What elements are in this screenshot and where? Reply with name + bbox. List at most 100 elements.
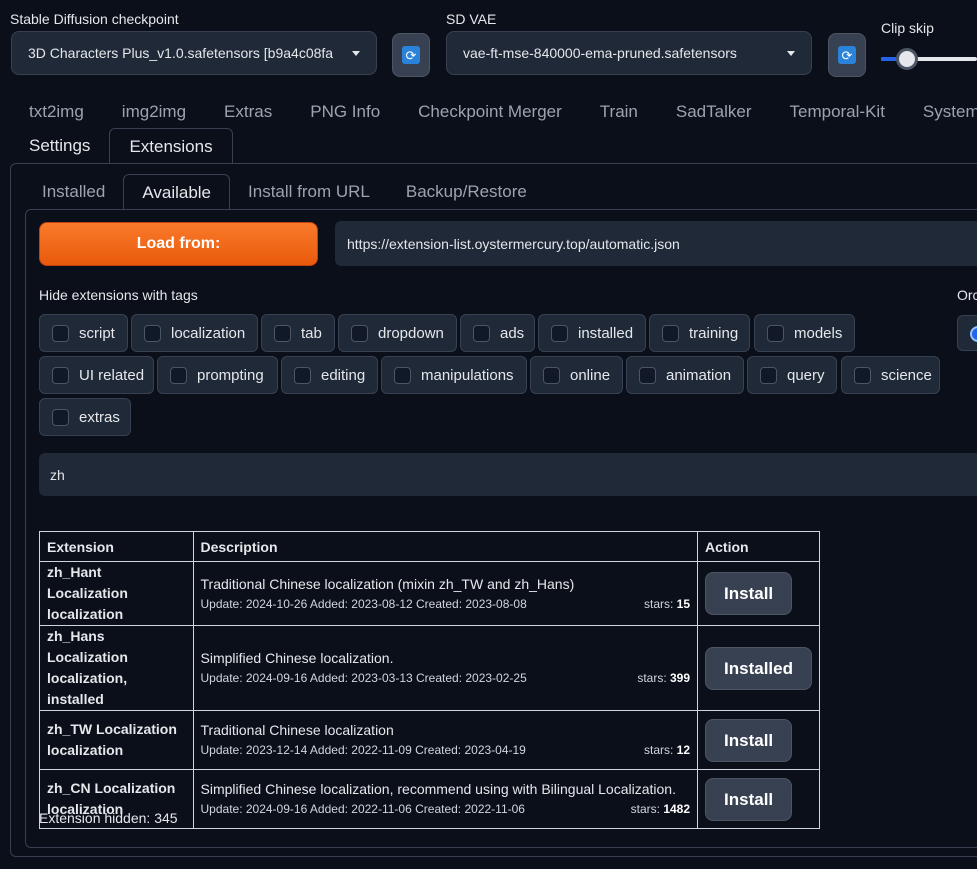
extension-description: Traditional Chinese localization: [200, 722, 394, 738]
description-cell: Traditional Chinese localization (mixin …: [192, 561, 699, 626]
checkbox-icon: [543, 366, 560, 384]
install-button[interactable]: Install: [705, 718, 793, 762]
extension-dates: Update: 2023-12-14 Added: 2022-11-09 Cre…: [200, 743, 526, 757]
checkbox-icon: [662, 324, 679, 342]
installed-button[interactable]: Installed: [705, 646, 812, 690]
extension-index-url-input[interactable]: https://extension-list.oystermercury.top…: [335, 221, 977, 266]
tag-checkbox-tab[interactable]: tab: [261, 314, 335, 352]
extension-stars: stars: 1482: [631, 799, 690, 819]
main-tabs: txt2img img2img Extras PNG Info Checkpoi…: [10, 96, 977, 128]
extension-stars: stars: 12: [644, 740, 690, 760]
description-cell: Traditional Chinese localization Update:…: [192, 710, 699, 770]
extension-cell: zh_Hant Localization localization: [39, 561, 194, 626]
extension-cell: zh_Hans Localization localization, insta…: [39, 625, 194, 711]
hide-tags-label: Hide extensions with tags: [39, 287, 198, 303]
checkbox-icon: [170, 366, 187, 384]
table-row: zh_TW Localization localization Traditio…: [39, 710, 820, 770]
tab-txt2img[interactable]: txt2img: [10, 96, 103, 128]
tab-extensions[interactable]: Extensions: [109, 128, 233, 164]
refresh-icon: ⟳: [402, 46, 420, 64]
tag-label: editing: [321, 366, 366, 384]
refresh-vae-button[interactable]: ⟳: [828, 33, 866, 77]
tag-label: online: [570, 366, 611, 384]
vae-dropdown[interactable]: vae-ft-mse-840000-ema-pruned.safetensors: [446, 31, 812, 75]
vae-value: vae-ft-mse-840000-ema-pruned.safetensors: [463, 45, 737, 61]
table-header-row: Extension Description Action: [39, 531, 820, 562]
tag-checkbox-query[interactable]: query: [747, 356, 837, 394]
stars-count: 15: [676, 596, 691, 611]
tab-backup-restore[interactable]: Backup/Restore: [388, 174, 545, 210]
description-cell: Simplified Chinese localization. Update:…: [192, 625, 699, 711]
tab-sadtalker[interactable]: SadTalker: [657, 96, 771, 128]
tag-label: science: [881, 366, 932, 384]
load-from-button[interactable]: Load from:: [39, 222, 318, 266]
tag-checkbox-models[interactable]: models: [754, 314, 855, 352]
table-row: zh_Hant Localization localization Tradit…: [39, 561, 820, 626]
extension-hidden-count: Extension hidden: 345: [39, 810, 178, 826]
tab-img2img[interactable]: img2img: [103, 96, 205, 128]
tag-checkbox-manipulations[interactable]: manipulations: [381, 356, 527, 394]
tag-checkbox-animation[interactable]: animation: [626, 356, 744, 394]
extension-name[interactable]: zh_CN Localization: [47, 778, 186, 799]
tag-checkbox-dropdown[interactable]: dropdown: [338, 314, 457, 352]
checkbox-icon: [351, 324, 368, 342]
tab-train[interactable]: Train: [581, 96, 657, 128]
tag-label: animation: [666, 366, 732, 384]
vae-label: SD VAE: [446, 11, 497, 27]
tab-checkpoint-merger[interactable]: Checkpoint Merger: [399, 96, 581, 128]
tag-checkbox-ads[interactable]: ads: [460, 314, 535, 352]
header-description: Description: [192, 531, 699, 562]
stars-label: stars:: [643, 596, 674, 611]
checkbox-icon: [52, 408, 69, 426]
clip-skip-thumb[interactable]: [896, 48, 918, 70]
install-button[interactable]: Install: [705, 572, 793, 615]
checkbox-icon: [394, 366, 411, 384]
tag-checkbox-localization[interactable]: localization: [131, 314, 258, 352]
extension-meta: Update: 2024-10-26 Added: 2023-08-12 Cre…: [201, 594, 691, 614]
tag-checkbox-prompting[interactable]: prompting: [157, 356, 278, 394]
tag-checkbox-extras[interactable]: extras: [39, 398, 131, 436]
action-cell: Installed: [697, 625, 820, 711]
tag-checkbox-ui-related[interactable]: UI related: [39, 356, 154, 394]
extensions-table: Extension Description Action zh_Hant Loc…: [39, 531, 820, 829]
stars-label: stars:: [643, 743, 674, 757]
tab-installed[interactable]: Installed: [24, 174, 123, 210]
extension-cell: zh_TW Localization localization: [39, 710, 194, 770]
extension-stars: stars: 399: [637, 668, 690, 688]
extension-meta: Update: 2023-12-14 Added: 2022-11-09 Cre…: [201, 740, 691, 760]
checkbox-icon: [767, 324, 784, 342]
order-radio[interactable]: [957, 315, 977, 351]
checkpoint-label: Stable Diffusion checkpoint: [10, 11, 179, 27]
refresh-icon: ⟳: [838, 46, 856, 64]
chevron-down-icon: [787, 50, 795, 56]
tag-checkbox-online[interactable]: online: [530, 356, 623, 394]
tag-label: script: [79, 324, 115, 342]
tag-label: installed: [578, 324, 634, 342]
tag-checkbox-installed[interactable]: installed: [538, 314, 646, 352]
checkbox-icon: [473, 324, 490, 342]
extension-description: Simplified Chinese localization.: [200, 650, 394, 666]
install-button[interactable]: Install: [705, 777, 793, 821]
stars-label: stars:: [630, 802, 660, 816]
chevron-down-icon: [352, 50, 360, 56]
tab-system-info[interactable]: System Info: [904, 96, 977, 128]
tag-checkbox-script[interactable]: script: [39, 314, 128, 352]
extension-dates: Update: 2024-09-16 Added: 2022-11-06 Cre…: [200, 802, 525, 816]
tab-settings[interactable]: Settings: [10, 128, 109, 164]
tag-checkbox-editing[interactable]: editing: [281, 356, 378, 394]
extension-name[interactable]: zh_Hans Localization: [47, 626, 186, 668]
tab-available[interactable]: Available: [123, 174, 231, 210]
header-action: Action: [697, 531, 820, 562]
refresh-checkpoint-button[interactable]: ⟳: [392, 33, 430, 77]
tag-checkbox-training[interactable]: training: [649, 314, 750, 352]
tag-checkbox-science[interactable]: science: [841, 356, 940, 394]
extension-name[interactable]: zh_Hant Localization: [47, 562, 186, 604]
search-input[interactable]: zh: [39, 453, 977, 496]
checkpoint-dropdown[interactable]: 3D Characters Plus_v1.0.safetensors [b9a…: [11, 31, 377, 75]
tab-extras[interactable]: Extras: [205, 96, 291, 128]
extension-dates: Update: 2024-09-16 Added: 2023-03-13 Cre…: [200, 671, 527, 685]
tab-temporal-kit[interactable]: Temporal-Kit: [771, 96, 904, 128]
tab-install-from-url[interactable]: Install from URL: [230, 174, 388, 210]
tab-png-info[interactable]: PNG Info: [291, 96, 399, 128]
extension-name[interactable]: zh_TW Localization: [47, 719, 186, 740]
